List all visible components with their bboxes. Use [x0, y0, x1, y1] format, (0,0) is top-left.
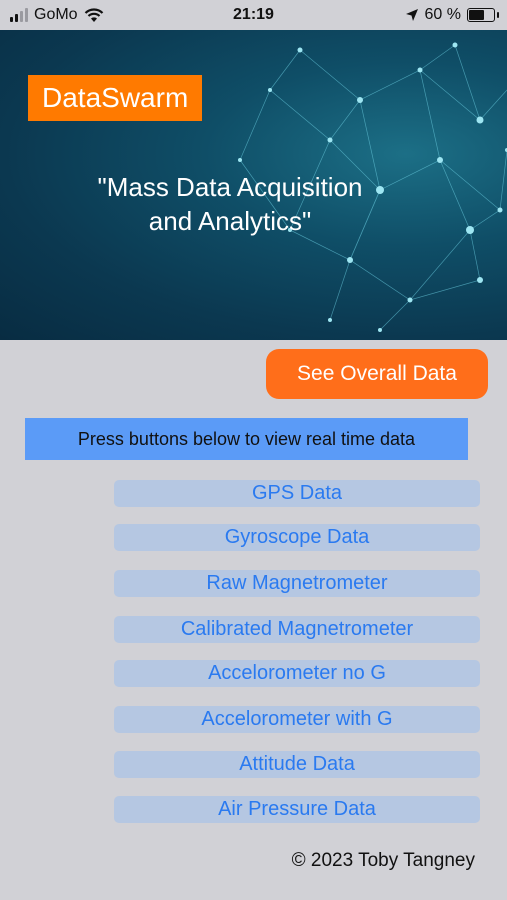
copyright-footer: © 2023 Toby Tangney — [291, 850, 475, 871]
accelerometer-with-g-button[interactable]: Accelorometer with G — [114, 706, 480, 733]
calibrated-magnetometer-button[interactable]: Calibrated Magnetrometer — [114, 616, 480, 643]
see-overall-data-button[interactable]: See Overall Data — [266, 349, 488, 399]
header-banner: DataSwarm "Mass Data Acquisition and Ana… — [0, 30, 507, 340]
battery-percent: 60 % — [424, 6, 461, 23]
attitude-data-button[interactable]: Attitude Data — [114, 751, 480, 778]
status-bar: GoMo 21:19 60 % — [0, 0, 507, 30]
air-pressure-data-button[interactable]: Air Pressure Data — [114, 796, 480, 823]
tagline-line-1: "Mass Data Acquisition — [97, 172, 363, 202]
raw-magnetometer-button[interactable]: Raw Magnetrometer — [114, 570, 480, 597]
gyroscope-data-button[interactable]: Gyroscope Data — [114, 524, 480, 551]
instruction-banner: Press buttons below to view real time da… — [25, 418, 468, 460]
app-title: DataSwarm — [28, 75, 203, 121]
location-arrow-icon — [405, 9, 418, 21]
tagline-line-2: and Analytics" — [148, 206, 312, 236]
gps-data-button[interactable]: GPS Data — [114, 480, 480, 507]
accelerometer-no-g-button[interactable]: Accelorometer no G — [114, 660, 480, 687]
status-right: 60 % — [405, 6, 499, 24]
tagline: "Mass Data Acquisition and Analytics" — [40, 170, 420, 238]
battery-icon — [467, 8, 499, 22]
